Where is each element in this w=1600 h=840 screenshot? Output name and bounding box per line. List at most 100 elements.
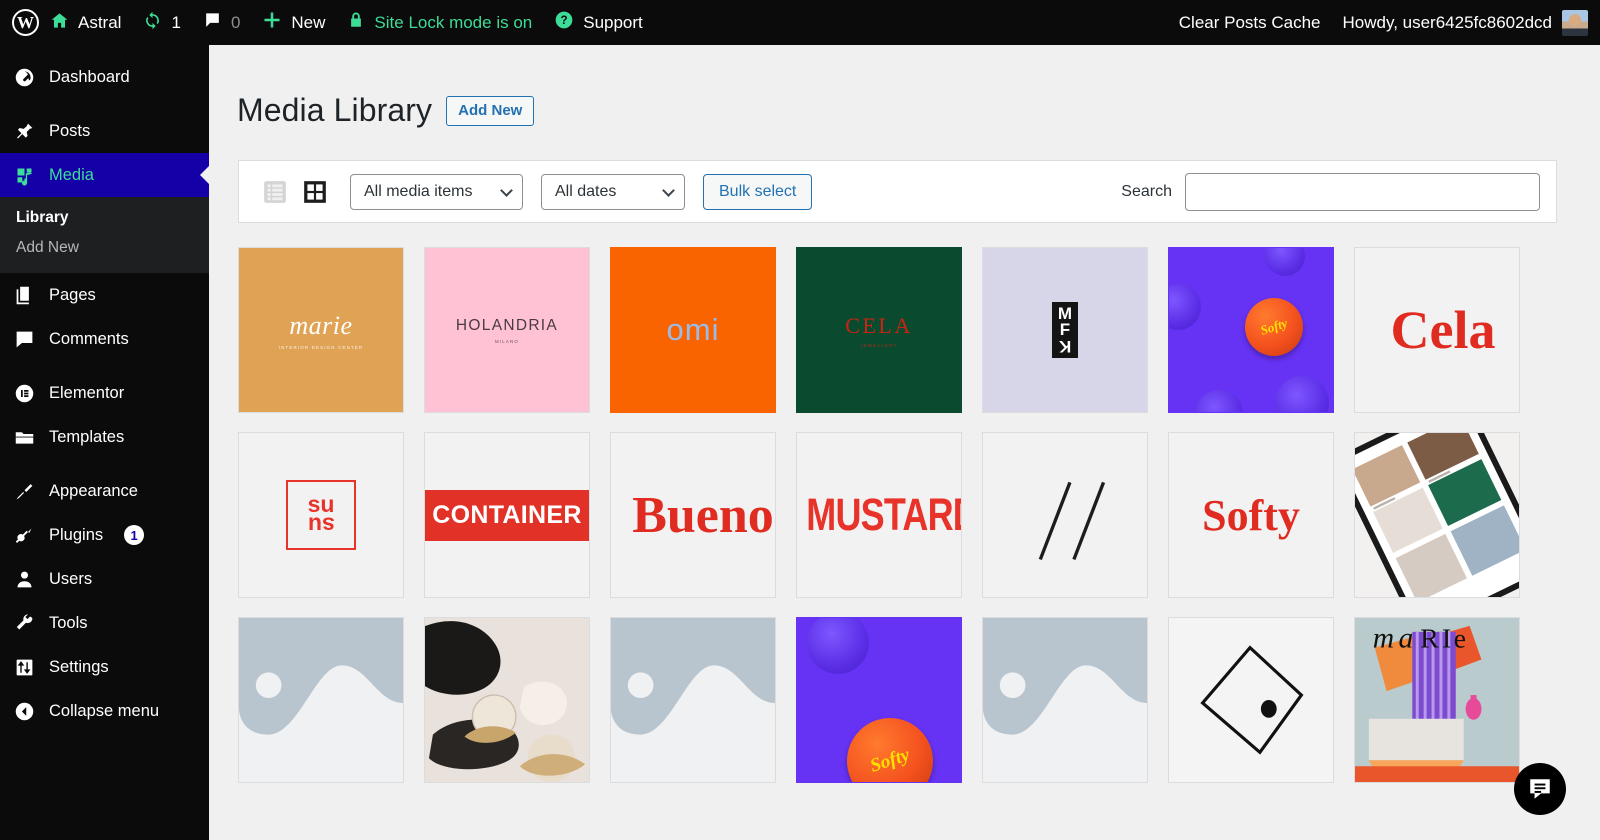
media-item-bueno-wordmark-red[interactable]: Bueno: [610, 432, 776, 598]
sidebar-item-label: Users: [49, 569, 93, 588]
media-grid: marie INTERIOR DESIGN CENTER HOLANDRIA M…: [238, 247, 1568, 783]
add-new-button[interactable]: Add New: [446, 95, 535, 126]
media-item-diamond-outline-mark[interactable]: [1168, 617, 1334, 783]
media-item-softy-wordmark-red[interactable]: Softy: [1168, 432, 1334, 598]
media-item-softy-caps-purple-2[interactable]: Softy: [796, 617, 962, 783]
sidebar-item-pages[interactable]: Pages: [0, 273, 209, 317]
media-item-holandria-logo-pink[interactable]: HOLANDRIA MILANO: [424, 247, 590, 413]
collapse-icon: [13, 700, 36, 723]
svg-text:R: R: [1420, 623, 1439, 654]
sidebar-item-comments[interactable]: Comments: [0, 317, 209, 361]
search-input[interactable]: [1185, 172, 1540, 211]
media-item-cela-logo-green[interactable]: CELA JEWELLERY: [796, 247, 962, 413]
media-item-marie-logo-tan[interactable]: marie INTERIOR DESIGN CENTER: [238, 247, 404, 413]
image-placeholder-icon: [983, 618, 1147, 735]
adminbar-new-content[interactable]: New: [251, 0, 336, 45]
sidebar-item-dashboard[interactable]: Dashboard: [0, 55, 209, 99]
plugins-update-badge: 1: [124, 525, 145, 545]
ceramics-photo-image: [425, 618, 589, 782]
lock-icon: [347, 11, 365, 34]
help-icon: ?: [554, 10, 574, 35]
bulk-select-button[interactable]: Bulk select: [703, 173, 813, 210]
container-banner: CONTAINER: [425, 489, 589, 541]
adminbar-updates[interactable]: 1: [132, 0, 191, 45]
sidebar-item-templates[interactable]: Templates: [0, 415, 209, 459]
grid-view-icon[interactable]: [302, 179, 328, 205]
sidebar-item-users[interactable]: Users: [0, 557, 209, 601]
cap-label: Softy: [1258, 315, 1290, 338]
templates-icon: [13, 426, 36, 449]
media-item-softy-caps-purple-1[interactable]: Softy: [1168, 247, 1334, 413]
adminbar-site-name[interactable]: Astral: [39, 0, 132, 45]
main-content: Media Library Add New All media items Al…: [209, 45, 1600, 840]
image-placeholder-icon: [239, 618, 403, 735]
date-filter-value: All dates: [555, 182, 617, 200]
media-item-mfk-logo-lavender[interactable]: M F K: [982, 247, 1148, 413]
home-icon: [50, 11, 69, 35]
media-item-image-placeholder-1[interactable]: [238, 617, 404, 783]
view-mode-toggles: [262, 179, 328, 205]
sidebar-item-library[interactable]: Library: [0, 203, 209, 233]
list-view-icon[interactable]: [262, 179, 288, 205]
appearance-icon: [13, 480, 36, 503]
sidebar-item-label: Media: [49, 165, 94, 184]
wordpress-logo-icon[interactable]: [12, 9, 39, 36]
adminbar-support-label: Support: [583, 12, 643, 32]
bottle-caps-scene: Softy: [1169, 248, 1333, 412]
adminbar-site-lock-label: Site Lock mode is on: [374, 12, 533, 32]
chat-widget-button[interactable]: [1514, 763, 1566, 815]
plus-icon: [262, 10, 282, 35]
sidebar-item-label: Plugins: [49, 525, 104, 544]
media-item-image-placeholder-3[interactable]: [982, 617, 1148, 783]
sidebar-item-elementor[interactable]: Elementor: [0, 371, 209, 415]
plugins-icon: [13, 524, 36, 547]
sidebar-item-tools[interactable]: Tools: [0, 601, 209, 645]
tile-subtext: INTERIOR DESIGN CENTER: [278, 344, 364, 350]
adminbar-comments[interactable]: 0: [192, 0, 251, 45]
adminbar-account-greeting[interactable]: Howdy, user6425fc8602dcd: [1332, 0, 1553, 45]
tile-wordmark: Bueno: [632, 486, 774, 544]
sidebar-item-label: Elementor: [49, 383, 125, 402]
sidebar-gap-2: [0, 361, 209, 371]
clear-posts-cache-button[interactable]: Clear Posts Cache: [1168, 0, 1332, 45]
sidebar-item-plugins[interactable]: Plugins 1: [0, 513, 209, 557]
pages-icon: [13, 284, 36, 307]
page-header: Media Library Add New: [209, 45, 1600, 129]
media-item-suns-logo-boxed[interactable]: su su: [238, 432, 404, 598]
media-item-marie-poster-collage[interactable]: m a R I e: [1354, 617, 1520, 783]
adminbar-support[interactable]: ? Support: [543, 0, 654, 45]
media-type-filter[interactable]: All media items: [350, 173, 523, 210]
media-item-image-placeholder-2[interactable]: [610, 617, 776, 783]
sidebar-item-label: Dashboard: [49, 67, 130, 86]
media-item-phone-mockup-photo[interactable]: [1354, 432, 1520, 598]
media-item-ceramics-photo[interactable]: [424, 617, 590, 783]
sidebar-item-label: Posts: [49, 121, 91, 140]
media-item-container-banner-red[interactable]: CONTAINER: [424, 432, 590, 598]
tile-wordmark: omi: [666, 312, 720, 347]
media-type-filter-value: All media items: [364, 182, 473, 200]
tile-wordmark: HOLANDRIA: [455, 316, 559, 334]
sidebar-item-collapse-menu[interactable]: Collapse menu: [0, 689, 209, 733]
chevron-down-icon: [662, 183, 675, 197]
date-filter[interactable]: All dates: [541, 173, 685, 210]
media-item-cela-wordmark-red[interactable]: Cela: [1354, 247, 1520, 413]
sidebar-item-label: Tools: [49, 613, 88, 632]
tools-icon: [13, 612, 36, 635]
suns-mark: su su: [286, 480, 356, 550]
sidebar-item-add-new[interactable]: Add New: [0, 233, 209, 263]
media-item-mustard-wordmark-red[interactable]: MUSTARD: [796, 432, 962, 598]
image-placeholder-icon: [611, 618, 775, 735]
elementor-icon: [13, 382, 36, 405]
adminbar-updates-count: 1: [171, 12, 181, 32]
sidebar-item-media[interactable]: Media: [0, 153, 209, 197]
sidebar-item-label: Settings: [49, 657, 109, 676]
sidebar-item-appearance[interactable]: Appearance: [0, 469, 209, 513]
media-item-slashes-mark[interactable]: [982, 432, 1148, 598]
bottle-caps-scene: Softy: [797, 618, 961, 782]
svg-text:I: I: [1442, 623, 1451, 654]
sidebar-item-posts[interactable]: Posts: [0, 109, 209, 153]
media-item-omi-logo-orange[interactable]: omi: [610, 247, 776, 413]
adminbar-site-lock[interactable]: Site Lock mode is on: [336, 0, 543, 45]
avatar[interactable]: [1562, 9, 1588, 36]
sidebar-item-settings[interactable]: Settings: [0, 645, 209, 689]
